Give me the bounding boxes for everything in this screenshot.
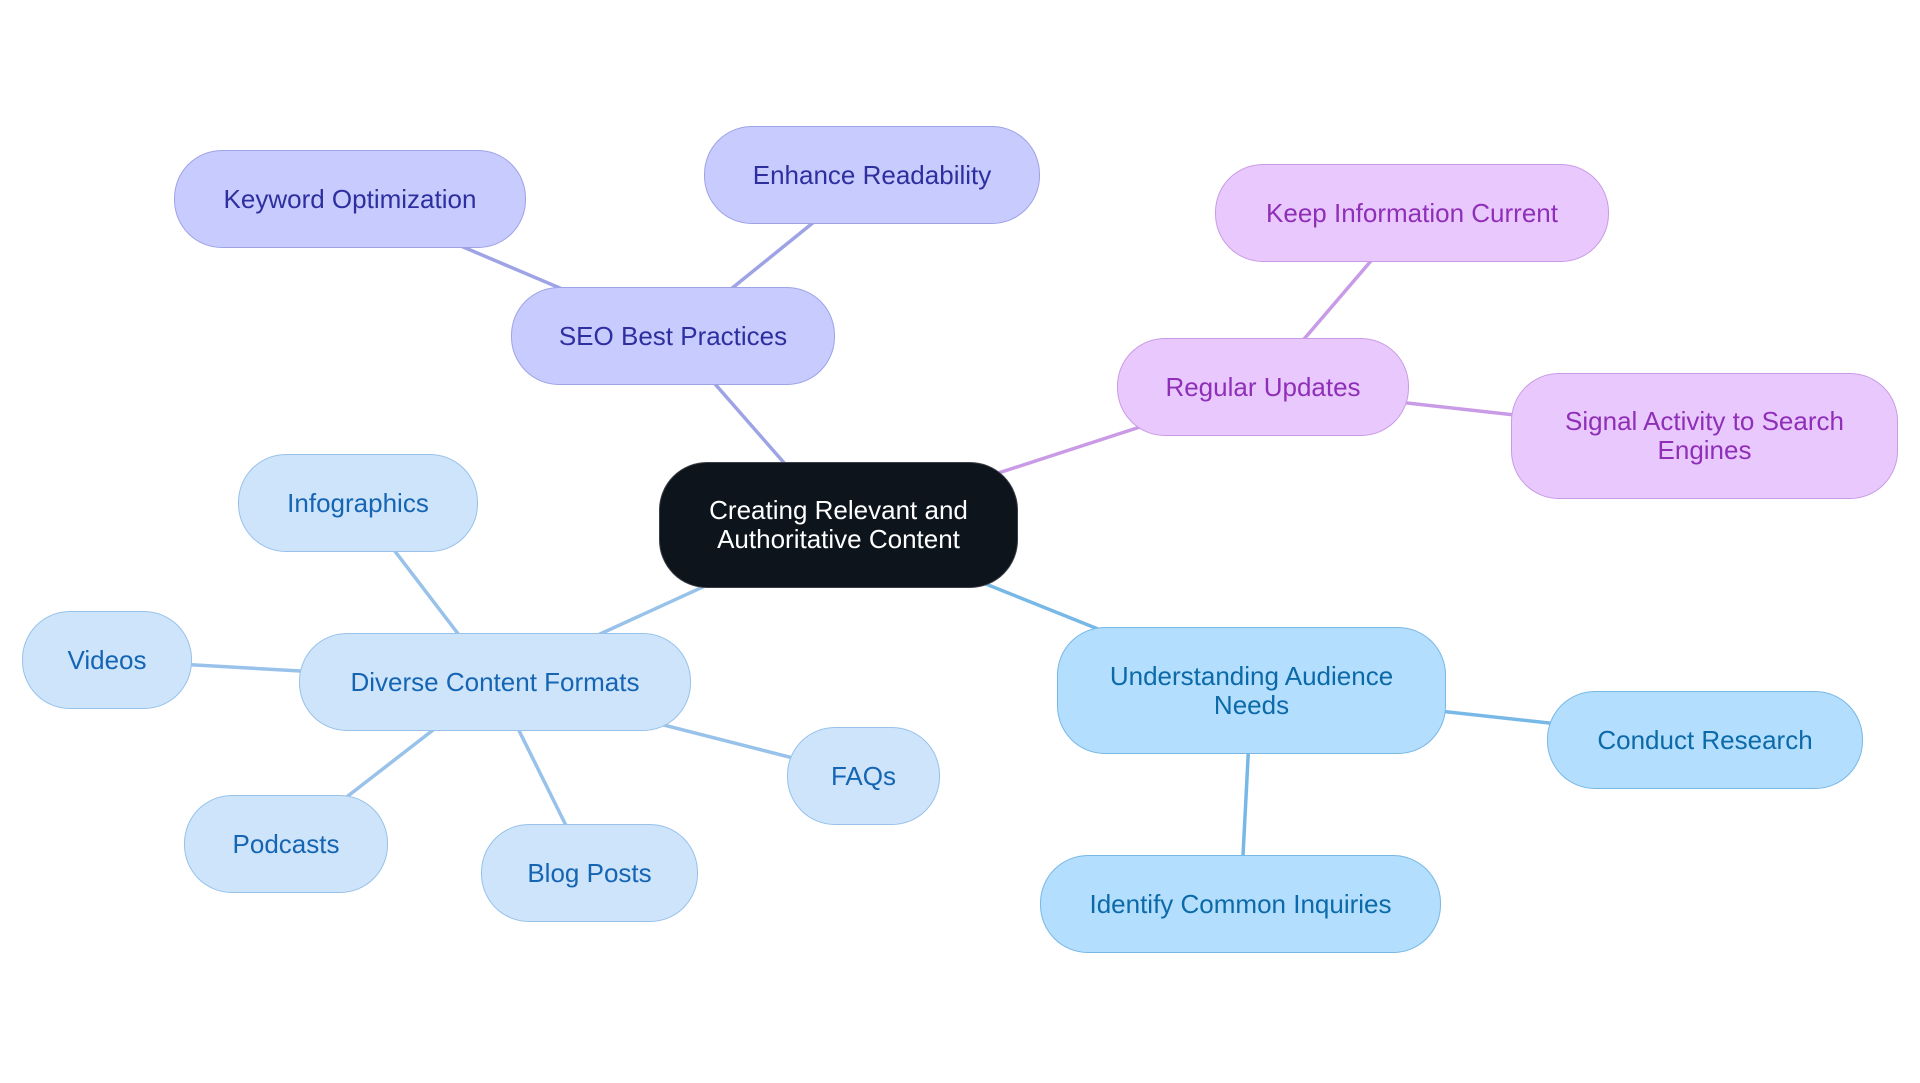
root-node-label: Creating Relevant and Authoritative Cont… [709, 495, 968, 554]
node-label: FAQs [830, 760, 896, 791]
node-label: Keep Information Current [1266, 197, 1558, 228]
node-label: Blog Posts [527, 857, 652, 888]
node-label: SEO Best Practices [558, 320, 788, 351]
node-keep-information-current[interactable]: Keep Information Current [1215, 164, 1609, 262]
branch-understanding-audience-needs[interactable]: Understanding Audience Needs [1057, 627, 1446, 754]
node-label: Diverse Content Formats [350, 666, 640, 697]
node-blog-posts[interactable]: Blog Posts [481, 824, 698, 922]
branch-seo-best-practices[interactable]: SEO Best Practices [511, 287, 835, 385]
node-enhance-readability[interactable]: Enhance Readability [704, 126, 1040, 224]
node-label: Podcasts [232, 828, 340, 859]
node-label: Identify Common Inquiries [1089, 888, 1392, 919]
branch-regular-updates[interactable]: Regular Updates [1117, 338, 1409, 436]
node-infographics[interactable]: Infographics [238, 454, 478, 552]
node-identify-common-inquiries[interactable]: Identify Common Inquiries [1040, 855, 1441, 953]
node-label: Understanding Audience Needs [1109, 660, 1394, 720]
branch-diverse-content-formats[interactable]: Diverse Content Formats [299, 633, 691, 731]
node-keyword-optimization[interactable]: Keyword Optimization [174, 150, 526, 248]
node-podcasts[interactable]: Podcasts [184, 795, 388, 893]
node-videos[interactable]: Videos [22, 611, 192, 709]
node-conduct-research[interactable]: Conduct Research [1547, 691, 1863, 789]
node-label: Infographics [287, 487, 429, 518]
node-label: Keyword Optimization [223, 183, 477, 214]
root-node[interactable]: Creating Relevant and Authoritative Cont… [659, 462, 1018, 588]
node-label: Videos [67, 644, 147, 675]
node-label: Signal Activity to Search Engines [1565, 406, 1844, 465]
node-signal-activity[interactable]: Signal Activity to Search Engines [1511, 373, 1898, 499]
node-faqs[interactable]: FAQs [787, 727, 940, 825]
node-label: Enhance Readability [752, 159, 992, 190]
node-label: Regular Updates [1165, 371, 1361, 402]
node-label: Conduct Research [1597, 724, 1813, 755]
